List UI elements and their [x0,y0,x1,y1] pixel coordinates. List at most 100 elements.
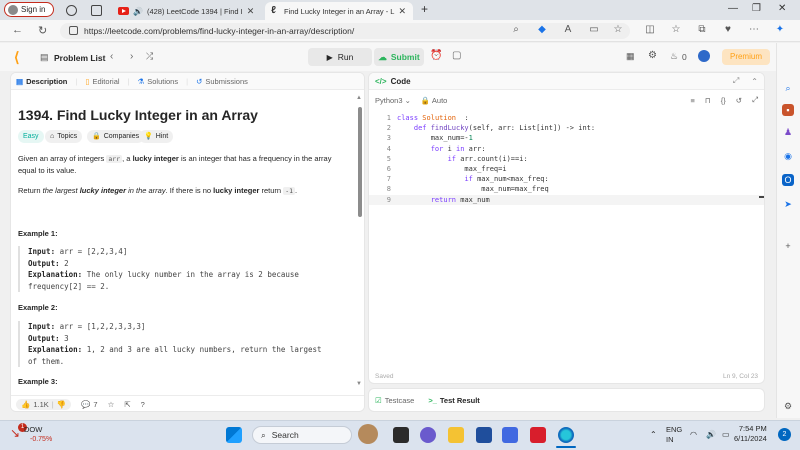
code-line[interactable]: 8 max_num=max_freq [369,184,764,194]
outlook-icon[interactable]: O [782,174,794,186]
send-icon[interactable]: ➤ [782,198,794,210]
like-button[interactable]: 👍 1.1K | 👎 [16,399,72,410]
restore-icon[interactable]: ❐ [752,3,761,14]
help-icon[interactable]: ? [141,400,145,409]
bookmark-icon[interactable]: ⊓ [705,96,711,105]
close-icon[interactable]: ✕ [398,6,406,17]
speaker-icon[interactable]: 🔊 [133,7,143,16]
copilot-sidebar-icon[interactable]: ◉ [782,150,794,162]
notification-badge[interactable]: 2 [778,428,791,441]
taskbar-search[interactable]: ⌕ Search [252,426,352,444]
tab-test-result[interactable]: >_ Test Result [428,396,479,405]
premium-button[interactable]: Premium [722,49,770,65]
code-line[interactable]: 6 max_freq=i [369,164,764,174]
extension-icon[interactable]: ▭ [588,24,600,36]
workspaces-icon[interactable] [66,5,77,16]
file-explorer-icon[interactable] [448,427,464,443]
games-icon[interactable]: ♟ [782,126,794,138]
windows-start-icon[interactable] [226,427,242,443]
code-line[interactable]: 5 if arr.count(i)==i: [369,154,764,164]
problem-list-link[interactable]: Problem List [54,53,105,63]
share-icon[interactable]: ⇱ [124,400,130,409]
prev-problem-icon[interactable]: ‹ [110,51,113,62]
refresh-icon[interactable]: ↻ [38,24,47,37]
tab-editorial[interactable]: ▯ Editorial [85,77,119,86]
more-options-icon[interactable]: ⋯ [748,24,760,36]
mcafee-icon[interactable] [530,427,546,443]
wifi-icon[interactable]: ◠ [690,430,697,439]
topics-chip[interactable]: ⌂ Topics [45,130,83,143]
store-icon[interactable] [476,427,492,443]
fullscreen-icon[interactable]: ⤢ [752,95,758,105]
leetcode-logo[interactable]: ⟨ [14,49,19,66]
add-sidebar-icon[interactable]: + [782,240,794,252]
collections-icon[interactable]: ⧉ [696,24,708,36]
tab-youtube[interactable]: 🔊 (428) LeetCode 1394 | Find I ✕ [112,2,262,20]
streak-fire-icon[interactable]: ♨ [670,51,678,62]
system-clock[interactable]: 7:54 PM 6/11/2024 [734,424,767,444]
read-aloud-icon[interactable]: A [562,24,574,36]
tab-actions-icon[interactable] [91,5,102,16]
signin-button[interactable]: Sign in [4,2,54,17]
tab-submissions[interactable]: ↺ Submissions [196,77,248,86]
reset-icon[interactable]: ↺ [736,96,742,105]
task-view-icon[interactable] [393,427,409,443]
companies-chip[interactable]: 🔒 Companies [87,130,145,143]
volume-icon[interactable]: 🔊 [706,430,716,439]
tab-leetcode[interactable]: ℓ Find Lucky Integer in an Array - L ✕ [265,2,413,20]
auto-mode[interactable]: 🔒 Auto [421,96,447,105]
tab-description[interactable]: ▤ Description [16,77,67,86]
chevron-up-icon[interactable]: ⌃ [650,430,657,439]
zoom-icon[interactable]: ⌕ [510,24,522,36]
star-icon[interactable]: ☆ [108,400,115,409]
layout-icon[interactable]: ▦ [626,51,635,62]
language-select[interactable]: Python3 ⌄ [375,96,411,105]
timer-icon[interactable]: ⏰ [430,50,442,61]
battery-icon[interactable]: ▭ [722,430,730,439]
code-line[interactable]: 7 if max_num<max_freq: [369,174,764,184]
sidebar-settings-icon[interactable]: ⚙ [782,400,794,412]
run-button[interactable]: ▶ Run [308,48,372,66]
copilot-icon[interactable]: ✦ [774,24,786,36]
favorites-icon[interactable]: ☆ [670,24,682,36]
shuffle-icon[interactable]: ⤮ [146,51,153,62]
favorite-star-icon[interactable]: ☆ [612,24,624,36]
notes-icon[interactable]: ▢ [452,50,461,61]
new-tab-icon[interactable]: + [421,2,428,16]
window-close-icon[interactable]: ✕ [778,3,786,14]
tab-testcase[interactable]: ☑ Testcase [375,396,414,405]
shopping-icon[interactable]: ▪ [782,104,794,116]
code-line[interactable]: 9 return max_num [369,194,764,205]
scroll-up-icon[interactable]: ▲ [356,95,362,101]
code-editor[interactable]: 1 class Solution :2 def findLucky(self, a… [369,113,764,205]
edge-icon[interactable] [558,427,574,443]
split-screen-icon[interactable]: ◫ [644,24,656,36]
site-info-icon[interactable] [69,26,78,35]
search-icon[interactable]: ⌕ [782,82,794,94]
scroll-down-icon[interactable]: ▼ [356,381,362,387]
code-line[interactable]: 4 for i in arr: [369,144,764,154]
shopping-tag-icon[interactable]: ◆ [536,24,548,36]
scrollbar-thumb[interactable] [358,107,362,217]
input-language[interactable]: ENG IN [666,425,682,445]
tab-solutions[interactable]: ⚗ Solutions [138,77,179,86]
thumbs-down-icon[interactable]: 👎 [57,400,66,409]
comments-button[interactable]: 💬 7 [81,400,98,409]
code-line[interactable]: 2 def findLucky(self, arr: List[int]) ->… [369,123,764,133]
hint-chip[interactable]: 💡 Hint [139,130,174,143]
settings-gear-icon[interactable]: ⚙ [648,50,657,61]
next-problem-icon[interactable]: › [130,51,133,62]
format-icon[interactable]: ≡ [690,96,694,105]
collapse-icon[interactable]: ⌃ [751,77,758,86]
minimize-icon[interactable]: — [728,3,738,14]
close-icon[interactable]: ✕ [247,6,255,17]
widget-avatar-icon[interactable] [358,424,378,444]
browser-essentials-icon[interactable]: ♥ [722,24,734,36]
code-line[interactable]: 3 max_num=-1 [369,133,764,143]
maximize-icon[interactable]: ⤢ [733,76,739,86]
submit-button[interactable]: ☁ Submit [374,48,424,66]
code-line[interactable]: 1 class Solution : [369,113,764,123]
teams-icon[interactable] [420,427,436,443]
user-avatar[interactable] [698,50,710,62]
vscode-icon[interactable] [502,427,518,443]
